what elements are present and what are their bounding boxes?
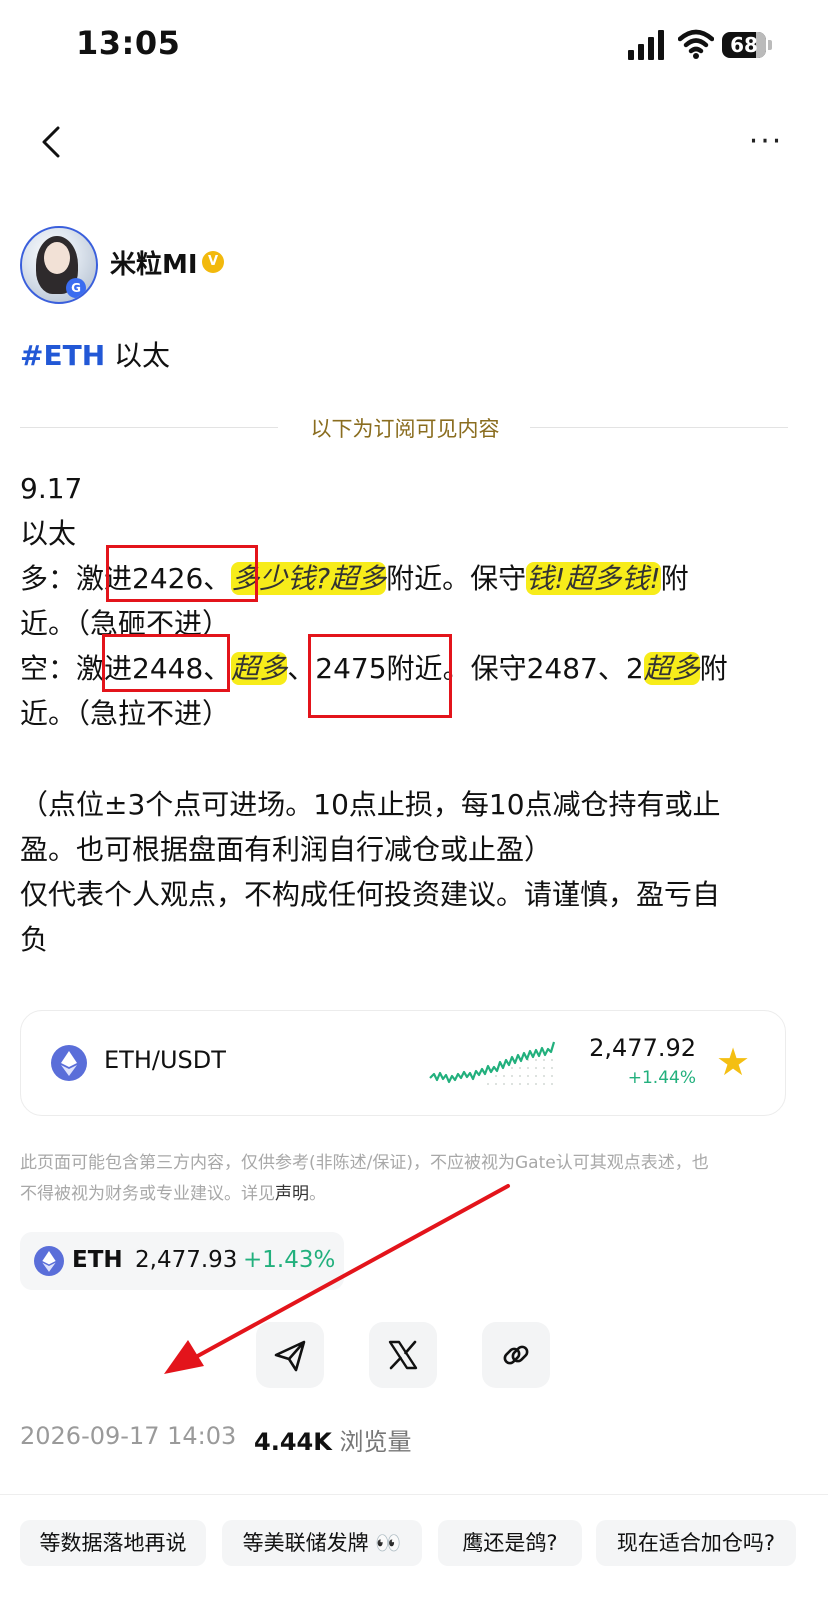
avatar[interactable]: G [20, 226, 98, 304]
long-prefix: 多：激 [20, 562, 105, 595]
hashtag-link[interactable]: #ETH [20, 339, 105, 372]
footer-divider [0, 1494, 828, 1495]
short-prefix: 空：激 [20, 652, 105, 685]
note-line-2: 盈。也可根据盘面有利润自行减仓或止盈） [20, 833, 553, 866]
sparkline-chart [429, 1041, 556, 1085]
tag-suffix: 以太 [105, 339, 171, 372]
short-end: 附 [699, 652, 728, 685]
hidden-scribble: 钱!超多钱! [526, 562, 661, 595]
hidden-scribble: 超多 [231, 652, 288, 685]
annotation-box [308, 634, 452, 718]
gate-badge-icon: G [66, 278, 86, 298]
long-end: 附 [660, 562, 689, 595]
short-line-2: 近。（急拉不进） [20, 697, 231, 730]
author-name[interactable]: 米粒MI [110, 244, 198, 281]
post-tag-line: #ETH 以太 [20, 334, 170, 374]
status-time: 13:05 [76, 24, 181, 62]
topic-chip[interactable]: 现在适合加仓吗? [596, 1520, 796, 1566]
note-line-1: （点位±3个点可进场。10点止损，每10点减仓持有或止 [20, 788, 721, 821]
note-line-4: 负 [20, 923, 49, 956]
view-count: 4.44K 浏览量 [254, 1422, 411, 1457]
ethereum-icon [51, 1045, 87, 1081]
star-favorite-icon[interactable]: ★ [716, 1040, 750, 1084]
topic-chip[interactable]: 鹰还是鸽? [438, 1520, 582, 1566]
wifi-icon [678, 29, 714, 59]
short-mid: 。保守2487、2 [442, 652, 644, 685]
more-options-icon[interactable]: ··· [744, 124, 788, 160]
battery-tip [768, 40, 772, 50]
note-line-3: 仅代表个人观点，不构成任何投资建议。请谨慎，盈亏自 [20, 878, 721, 911]
coin-symbol: ETH [72, 1247, 123, 1273]
topic-chip[interactable]: 等美联储发牌 👀 [222, 1520, 422, 1566]
divider-left [20, 427, 278, 428]
ticker-price: 2,477.92 [589, 1034, 696, 1062]
post-timestamp: 2026-09-17 14:03 [20, 1422, 237, 1450]
topic-chip[interactable]: 等数据落地再说 [20, 1520, 206, 1566]
ticker-pair: ETH/USDT [104, 1046, 226, 1074]
view-count-label: 浏览量 [339, 1428, 412, 1456]
view-count-number: 4.44K [254, 1428, 332, 1456]
annotation-box [102, 634, 230, 692]
annotation-box [106, 545, 258, 602]
post-asset: 以太 [20, 517, 77, 550]
ethereum-icon [34, 1246, 64, 1276]
hidden-scribble: 超多 [643, 652, 700, 685]
long-near: 附近。保守 [386, 562, 527, 595]
chevron-left-icon[interactable] [34, 120, 74, 164]
cellular-signal-icon [628, 30, 666, 60]
battery-level: 68 [730, 33, 758, 57]
divider-right [530, 427, 788, 428]
post-date: 9.17 [20, 472, 83, 505]
subscriber-divider-label: 以下为订阅可见内容 [310, 417, 500, 441]
ticker-change: +1.44% [627, 1068, 696, 1088]
verified-badge-icon: V [202, 251, 224, 273]
battery-icon: 68 [722, 32, 766, 58]
annotation-arrow [164, 1184, 510, 1374]
